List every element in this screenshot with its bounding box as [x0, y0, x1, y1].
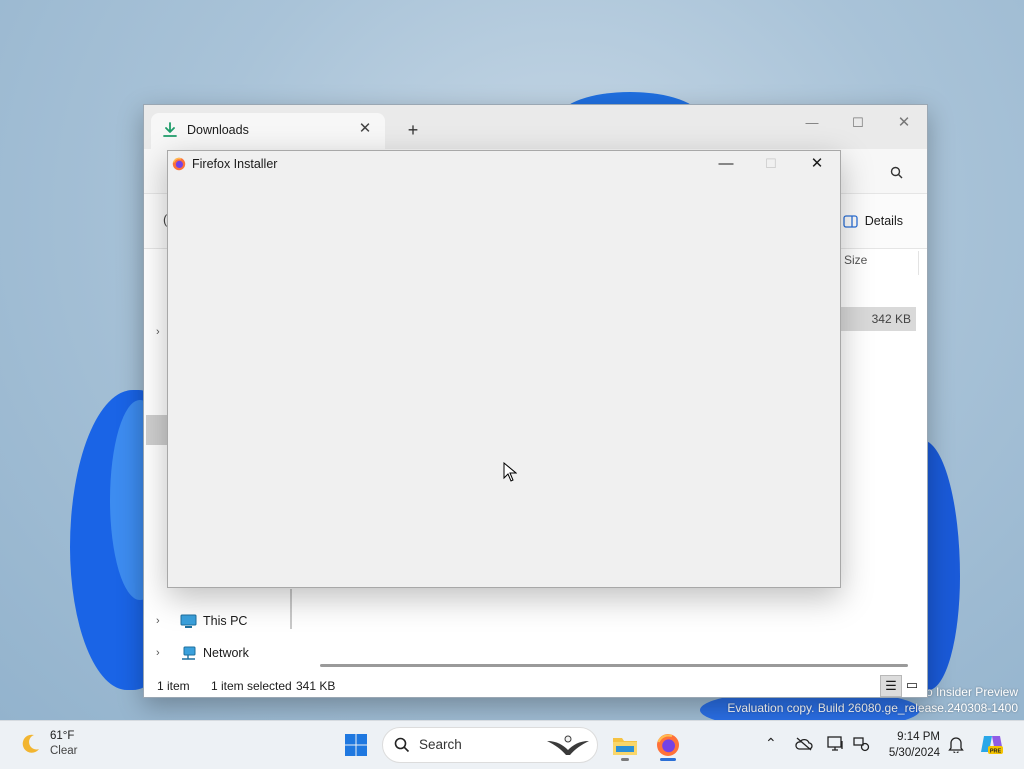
weather-temperature: 61°F: [50, 730, 75, 742]
status-bar: 1 item 1 item selected 341 KB: [144, 671, 927, 697]
sidebar-item-label: This PC: [203, 614, 248, 628]
selection-size: 341 KB: [296, 679, 336, 693]
details-pane-icon: [843, 214, 858, 228]
active-indicator: [660, 758, 676, 761]
explorer-tab-bar: Downloads ✕ + — ☐ ✕: [144, 105, 927, 149]
details-label: Details: [864, 214, 903, 228]
item-count: 1 item: [157, 679, 190, 693]
nav-pane-splitter[interactable]: [290, 589, 292, 629]
minimize-button[interactable]: —: [789, 109, 835, 137]
svg-text:PRE: PRE: [990, 749, 1002, 755]
details-pane-button[interactable]: Details: [843, 211, 903, 231]
chevron-right-icon[interactable]: ›: [156, 615, 174, 627]
column-header-size[interactable]: Size: [844, 253, 867, 267]
firefox-taskbar-button[interactable]: [650, 727, 686, 763]
firefox-icon: [657, 734, 679, 756]
sidebar-item-label: Network: [203, 646, 249, 660]
tiles-view-icon[interactable]: ▭: [902, 675, 922, 695]
mouse-cursor-icon: [503, 462, 517, 482]
tab-downloads[interactable]: Downloads ✕: [151, 113, 385, 149]
column-divider[interactable]: [918, 251, 919, 275]
close-tab-icon[interactable]: ✕: [355, 119, 375, 139]
taskbar-search-box[interactable]: Search: [382, 727, 598, 763]
search-placeholder: Search: [419, 737, 462, 752]
cloud-offline-icon[interactable]: [795, 737, 813, 751]
search-icon[interactable]: [890, 166, 903, 179]
firefox-icon: [172, 157, 186, 171]
chevron-right-icon[interactable]: ›: [156, 326, 160, 338]
sidebar-item-this-pc[interactable]: › This PC: [156, 609, 247, 633]
clock-date: 5/30/2024: [888, 747, 940, 759]
installer-maximize-button: ☐: [765, 156, 777, 171]
nav-selection-highlight: [146, 415, 168, 445]
copilot-pre-icon[interactable]: PRE: [980, 732, 1004, 756]
weather-widget[interactable]: 61°F Clear: [18, 729, 77, 759]
clock-time: 9:14 PM: [897, 731, 940, 743]
running-indicator: [621, 758, 629, 761]
notification-bell-icon[interactable]: [948, 736, 964, 753]
table-row[interactable]: 342 KB: [834, 307, 916, 331]
system-clock[interactable]: 9:14 PM 5/30/2024: [880, 729, 940, 761]
file-size-cell: 342 KB: [871, 312, 911, 326]
watermark-line1: ro Insider Preview: [921, 685, 1018, 699]
download-icon: [163, 122, 177, 137]
file-explorer-taskbar-button[interactable]: [607, 727, 643, 763]
details-view-icon[interactable]: ☰: [880, 675, 902, 697]
windows-logo-icon: [345, 734, 367, 756]
taskbar: 61°F Clear Search ⌃ 9:14 PM 5/30/2024 PR…: [0, 720, 1024, 769]
installer-title: Firefox Installer: [192, 157, 278, 171]
horizontal-scrollbar[interactable]: [320, 664, 908, 667]
start-button[interactable]: [338, 727, 374, 763]
moon-icon: [22, 734, 39, 753]
watermark-line2: Evaluation copy. Build 26080.ge_release.…: [727, 701, 1018, 715]
close-window-button[interactable]: ✕: [881, 109, 927, 137]
chevron-up-icon[interactable]: ⌃: [765, 735, 777, 752]
network-status-icon[interactable]: [853, 736, 871, 752]
sidebar-item-network[interactable]: › Network: [156, 641, 249, 665]
installer-close-button[interactable]: ✕: [794, 151, 840, 177]
search-icon: [394, 737, 410, 753]
tab-label: Downloads: [187, 123, 249, 137]
display-icon[interactable]: [827, 736, 845, 752]
network-icon: [182, 646, 196, 660]
maximize-button[interactable]: ☐: [835, 109, 881, 137]
new-tab-button[interactable]: +: [402, 119, 424, 141]
installer-minimize-button[interactable]: —: [703, 151, 749, 177]
chevron-right-icon[interactable]: ›: [156, 647, 174, 659]
folder-icon: [613, 738, 637, 755]
firefox-installer-window: Firefox Installer — ☐ ✕: [167, 150, 841, 588]
search-highlight-bird-icon: [547, 735, 589, 755]
selection-count: 1 item selected: [211, 679, 292, 693]
weather-condition: Clear: [50, 745, 78, 757]
computer-icon: [180, 614, 197, 628]
